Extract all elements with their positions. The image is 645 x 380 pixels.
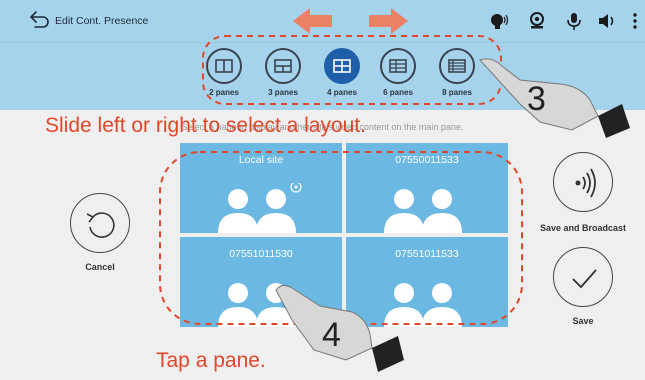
layout-option-4-panes[interactable]: 4 panes [312, 48, 372, 108]
two-people-icon [218, 283, 296, 327]
cancel-button[interactable] [70, 193, 130, 253]
more-vert-icon[interactable] [630, 11, 640, 31]
volume-icon[interactable] [597, 11, 617, 31]
top-bar: Edit Cont. Presence [0, 0, 645, 42]
slide-instruction-text: Slide left or right to select a layout. [45, 114, 366, 137]
microphone-icon[interactable] [564, 11, 584, 31]
cancel-label: Cancel [85, 262, 115, 272]
save-label: Save [572, 316, 594, 326]
page-title: Edit Cont. Presence [55, 15, 149, 27]
layout-2-panes-icon [206, 48, 242, 84]
two-people-icon [218, 183, 302, 233]
layout-3-panes-icon [265, 48, 301, 84]
pane-local-site[interactable]: Local site [180, 143, 342, 233]
pane-label: 07550011533 [395, 154, 459, 166]
layout-label: 6 panes [383, 88, 413, 97]
layout-selector-bar[interactable]: 2 panes 3 panes 4 panes 6 panes 8 panes [0, 42, 645, 110]
checkmark-icon [572, 269, 597, 289]
pane-grid: Local site 07550011533 07551011530 07551… [180, 143, 508, 327]
layout-label: 4 panes [327, 88, 357, 97]
camera-icon[interactable] [527, 11, 547, 31]
undo-icon [86, 212, 115, 238]
two-people-icon [384, 189, 462, 233]
pane-site-4[interactable]: 07551011533 [346, 237, 508, 327]
layout-label: 2 panes [209, 88, 239, 97]
back-arrow-icon[interactable] [28, 11, 50, 31]
layout-option-2-panes[interactable]: 2 panes [194, 48, 254, 108]
layout-8-panes-icon [439, 48, 475, 84]
save-button[interactable] [553, 247, 613, 307]
layout-6-panes-icon [380, 48, 416, 84]
two-people-icon [384, 283, 462, 327]
pane-label: Local site [238, 154, 284, 166]
pane-site-2[interactable]: 07550011533 [346, 143, 508, 233]
save-and-broadcast-button[interactable] [553, 152, 613, 212]
layout-option-6-panes[interactable]: 6 panes [368, 48, 428, 108]
speaker-voice-icon[interactable] [489, 11, 509, 31]
pane-label: 07551011530 [229, 248, 293, 260]
pane-site-3[interactable]: 07551011530 [180, 237, 342, 327]
layout-option-8-panes[interactable]: 8 panes [427, 48, 487, 108]
save-and-broadcast-label: Save and Broadcast [539, 223, 627, 233]
layout-label: 8 panes [442, 88, 472, 97]
layout-label: 3 panes [268, 88, 298, 97]
tap-instruction-text: Tap a pane. [156, 349, 266, 372]
step-3-label: 3 [527, 80, 546, 118]
layout-option-3-panes[interactable]: 3 panes [253, 48, 313, 108]
step-4-label: 4 [322, 316, 341, 354]
layout-4-panes-icon [324, 48, 360, 84]
broadcast-icon [575, 168, 596, 198]
pane-label: 07551011533 [395, 248, 459, 260]
